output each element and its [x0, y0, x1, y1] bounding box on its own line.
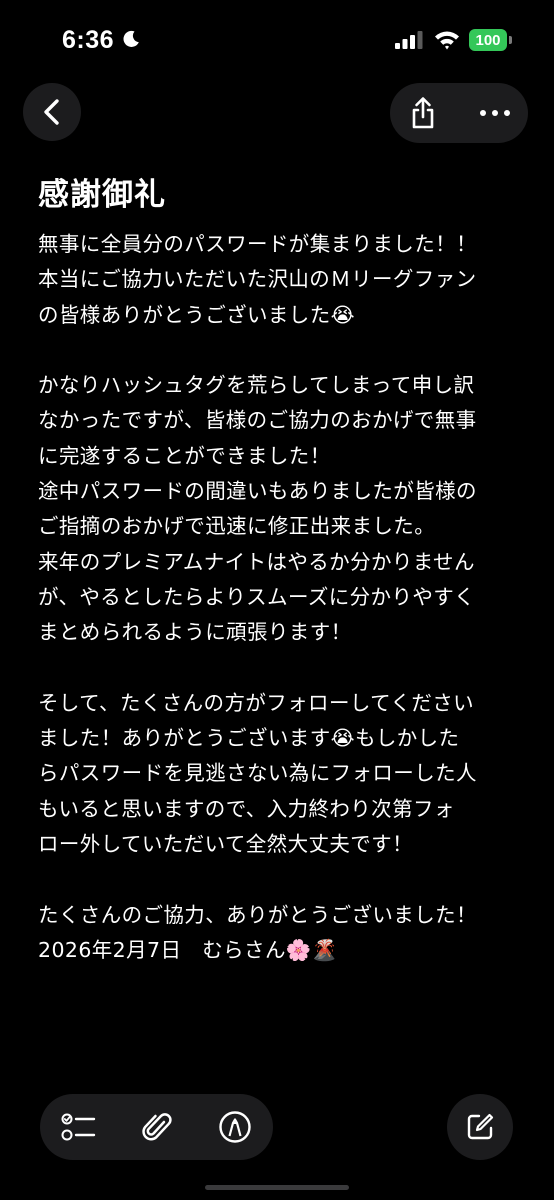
bottom-toolbar [40, 1094, 273, 1160]
note-line: ました！ありがとうございます😭もしかした [38, 726, 460, 751]
note-line: ロー外していただいて全然大丈夫です！ [38, 832, 413, 857]
note-line: が、やるとしたらよりスムーズに分かりやすく [38, 584, 476, 609]
chevron-left-icon [44, 99, 59, 125]
note-line: 2026年2月7日 むらさん🌸🌋 [38, 937, 338, 962]
signal-icon [395, 31, 423, 49]
ellipsis-icon [480, 110, 510, 116]
battery-tip [509, 36, 512, 44]
checklist-button[interactable] [46, 1094, 112, 1160]
note-line: ご指摘のおかげで迅速に修正出来ました。 [38, 514, 436, 539]
status-time: 6:36 [62, 26, 115, 54]
moon-icon [123, 30, 139, 47]
note-line: まとめられるように頑張ります！ [38, 620, 352, 645]
battery-level: 100 [475, 31, 501, 49]
checklist-icon [61, 1113, 96, 1141]
wifi-icon [435, 31, 459, 50]
note-body[interactable]: 感謝御礼 無事に全員分のパスワードが集まりました！！ 本当にご協力いただいた沢山の… [38, 173, 528, 968]
note-title: 感謝御礼 [38, 177, 166, 213]
paperclip-icon [142, 1113, 172, 1141]
more-button[interactable] [462, 83, 528, 143]
status-bar: 6:36 100 [0, 0, 554, 80]
note-line: の皆様ありがとうございました😭 [38, 302, 355, 327]
note-line: 無事に全員分のパスワードが集まりました！！ [38, 232, 477, 256]
note-line: 来年のプレミアムナイトはやるか分かりません [38, 549, 475, 574]
note-line: に完遂することができました！ [38, 443, 331, 468]
attachment-button[interactable] [124, 1094, 190, 1160]
home-indicator [205, 1185, 349, 1190]
compose-icon [467, 1113, 494, 1140]
markup-pen-icon [219, 1111, 251, 1143]
note-line: たくさんのご協力、ありがとうございました！ [38, 902, 477, 927]
note-actions-group [390, 83, 528, 143]
note-line: そして、たくさんの方がフォローしてください [38, 690, 475, 715]
battery-icon: 100 [469, 29, 507, 51]
note-line: なかったですが、皆様のご協力のおかげで無事 [38, 408, 477, 433]
share-button[interactable] [390, 83, 456, 143]
note-line: かなりハッシュタグを荒らしてしまって申し訳 [38, 373, 475, 398]
note-text: 無事に全員分のパスワードが集まりました！！ 本当にご協力いただいた沢山のＭリーグフ… [38, 227, 528, 968]
share-icon [412, 97, 434, 129]
markup-button[interactable] [202, 1094, 268, 1160]
note-line: もいると思いますので、入力終わり次第フォ [38, 796, 455, 821]
new-note-button[interactable] [447, 1094, 513, 1160]
note-line: 本当にご協力いただいた沢山のＭリーグファン [38, 267, 477, 292]
note-line: らパスワードを見逃さない為にフォローした人 [38, 761, 477, 786]
back-button[interactable] [23, 83, 81, 141]
note-line: 途中パスワードの間違いもありましたが皆様の [38, 479, 477, 504]
